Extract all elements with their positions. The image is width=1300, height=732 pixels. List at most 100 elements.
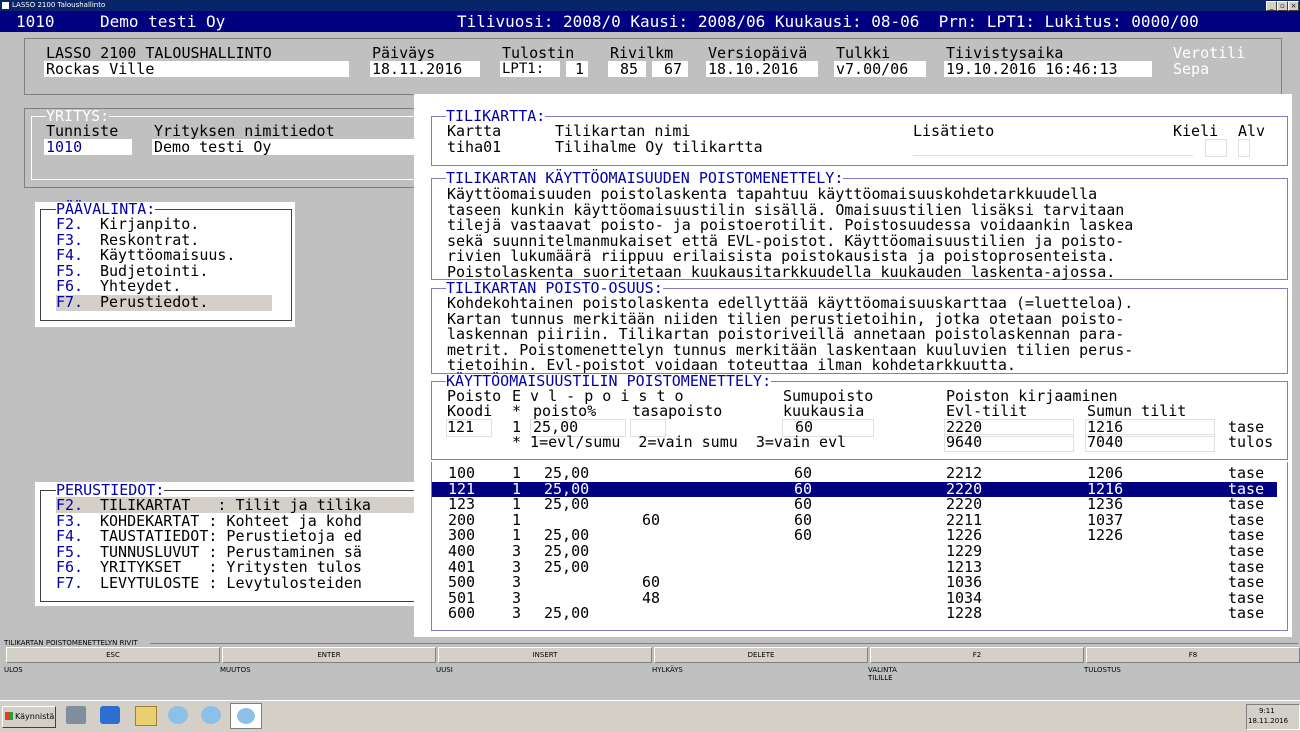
cell-pct: 25,00 [544,542,590,560]
cell-t: 3 [512,573,522,592]
cell-evl: 1229 [946,542,983,560]
paivays-value: 18.11.2016 [372,60,463,78]
start-button[interactable]: Käynnistä [2,706,56,728]
fkey-insert-button[interactable]: INSERT [438,647,652,663]
status-line: 1010 Demo testi Oy Tilivuosi: 2008/0 Kau… [0,11,1300,32]
menu-item-käyttöomaisuus[interactable]: F4. Käyttöomaisuus. [56,248,272,263]
menu-item-yhteydet[interactable]: F6. Yhteydet. [56,279,272,294]
yritys-nimi: Demo testi Oy [154,138,272,156]
menu-label: Perustiedot. [100,292,209,311]
minimize-icon[interactable]: _ [1266,1,1277,11]
restore-icon[interactable]: ▫ [1277,1,1288,11]
cell-koodi: 600 [448,604,476,623]
evl-tili-2[interactable]: 9640 [946,435,982,450]
fkey-esc-button[interactable]: ESC [6,647,220,663]
cell-pct: 25,00 [544,557,590,576]
fkey-delete-button[interactable]: DELETE [654,647,868,663]
versiopaiva-label: Versiopäivä [708,44,808,62]
kieli-label: Kieli [1173,122,1219,140]
fkey-section-label: TILIKARTAN POISTOMENETTELYN RIVIT [4,639,138,647]
cell-sumu: 1236 [1087,495,1124,514]
fkey-enter-button[interactable]: ENTER [222,647,436,663]
rivilkm-a: 85 [620,60,639,78]
table-row[interactable]: 500 3 60 1036 tase [432,575,1277,590]
verotili-value: Sepa [1173,60,1210,78]
network-icon-2[interactable] [201,706,221,724]
table-row[interactable]: 400 3 25,00 1229 tase [432,544,1277,559]
text-line: rivien lukumäärä riippuu erilaisista poi… [447,247,1116,265]
cell-koodi: 500 [448,573,476,592]
cell-tyyppi: tase [1228,573,1265,592]
cell-tyyppi: tase [1228,495,1265,514]
cell-koodi: 100 [448,464,476,482]
versiopaiva-value: 18.10.2016 [708,60,799,78]
table-row[interactable]: 600 3 25,00 1228 tase [432,606,1277,621]
poistomenettely-legend: TILIKARTAN KÄYTTÖOMAISUUDEN POISTOMENETT… [446,169,844,187]
nimitiedot-label: Yrityksen nimitiedot [154,122,335,140]
cell-t: 3 [512,542,522,560]
fkey-insert-desc: UUSI [436,666,453,674]
cell-pct: 25,00 [544,495,590,514]
tulkki-label: Tulkki [836,44,891,62]
kartta-label: Kartta [447,122,502,140]
active-task-button[interactable] [230,703,262,729]
table-row[interactable]: 401 3 25,00 1213 tase [432,557,1277,576]
table-row[interactable]: 100 1 25,00 60 2212 1206 tase [432,466,1277,481]
perustiedot-item[interactable]: F7. LEVYTULOSTE : Levytulosteiden [56,573,416,592]
koodi-field[interactable]: 121 [447,420,474,435]
clock-area[interactable]: 9:11 18.11.2016 [1246,704,1300,730]
perustiedot-item[interactable]: F4. TAUSTATIEDOT: Perustietoja ed [56,529,416,544]
table-row[interactable]: 123 1 25,00 60 2220 1236 tase [432,497,1277,512]
app-shortcut-icon[interactable] [100,706,120,724]
menu-item-perustiedot[interactable]: F7. Perustiedot. [56,292,272,311]
tunniste-value[interactable]: 1010 [46,140,82,155]
paivays-label: Päiväys [372,44,436,62]
tulostin-label: Tulostin [502,44,575,62]
alv-field[interactable] [1238,139,1250,157]
cell-t: 1 [512,495,522,514]
text-line: Poistolaskenta suoritetaan kuukausitarkk… [447,262,1116,281]
alv-label: Alv [1238,122,1266,140]
star-legend: * 1=evl/sumu 2=vain sumu 3=vain evl [512,433,847,451]
cell-pct: 25,00 [544,464,590,482]
lasso-task-icon [237,708,255,724]
app-icon [2,2,9,9]
lisatieto-field[interactable] [913,139,1193,156]
sumuntilit-header: Sumun tilit [1087,402,1187,420]
perustiedot-item[interactable]: F6. YRITYKSET : Yritysten tulos [56,560,416,575]
menu-key: F6. [56,277,84,295]
user-name: Rockas Ville [46,60,155,78]
network-icon[interactable] [168,706,188,724]
cell-tyyppi: tase [1228,464,1265,482]
tilikartan-nimi-value[interactable]: Tilihalme Oy tilikartta [555,140,763,155]
rivilkm-label: Rivilkm [610,44,674,62]
kartta-value[interactable]: tiha01 [447,140,501,155]
perustiedot-key: F2. [56,496,84,514]
fkey-delete-desc: HYLKÄYS [652,666,683,674]
fkey-f2-button[interactable]: F2 [870,647,1084,663]
text-line: tilejä vastaavat poisto- ja poistoerotil… [447,216,1134,234]
kieli-field[interactable] [1205,139,1227,157]
menu-label: Kirjanpito. [100,215,200,233]
tulostin-value: LPT1: [502,61,545,77]
text-line: Kohdekohtainen poistolaskenta edellyttää… [447,294,1134,312]
printer-icon[interactable] [66,706,86,724]
verotili-label: Verotili [1173,44,1246,62]
perustiedot-label: TILIKARTAT : Tilit ja tilika [100,496,371,514]
perustiedot-item[interactable]: F2. TILIKARTAT : Tilit ja tilika [56,498,416,513]
sumu-tili-2[interactable]: 7040 [1087,435,1123,450]
fkey-f8-button[interactable]: F8 [1086,647,1300,663]
koodi-header: Koodi [447,402,493,420]
fkey-f8-desc: TULOSTUS [1084,666,1121,674]
lisatieto-label: Lisätieto [913,122,995,140]
tilikartan-nimi-label: Tilikartan nimi [555,122,691,140]
cell-evl: 1036 [946,573,983,592]
notepad-icon[interactable] [135,706,157,726]
period-info: Tilivuosi: 2008/0 Kausi: 2008/06 Kuukaus… [457,12,1199,31]
close-icon[interactable]: × [1288,1,1299,11]
window-title-bar: LASSO 2100 Taloushallinto _ ▫ × [0,0,1300,11]
cell-tyyppi: tase [1228,542,1265,560]
menu-item-kirjanpito[interactable]: F2. Kirjanpito. [56,217,272,232]
company-code: 1010 [16,12,55,31]
perustiedot-key: F7. [56,573,84,592]
